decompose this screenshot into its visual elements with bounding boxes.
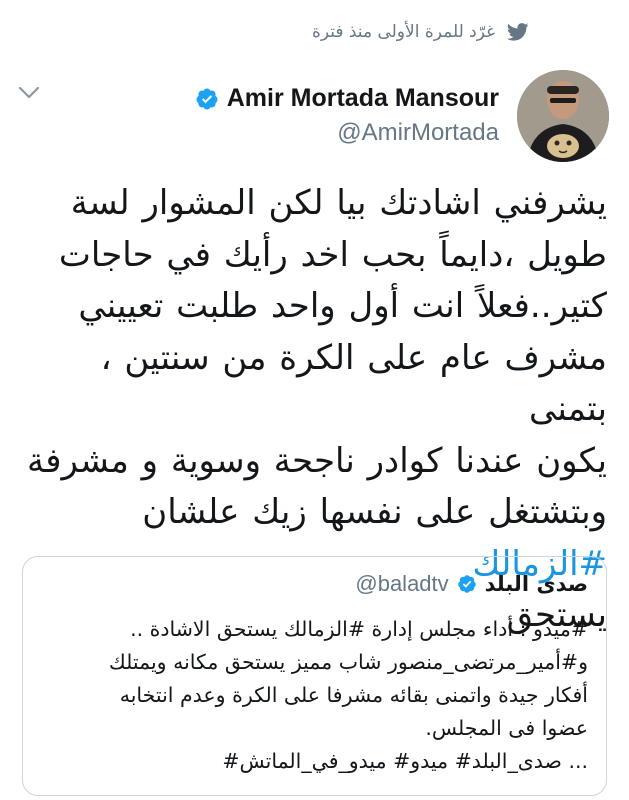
twitter-bird-icon — [507, 23, 529, 41]
avatar-image — [517, 70, 609, 162]
verified-badge-icon — [457, 575, 476, 593]
quoted-handle: @baladtv — [355, 571, 449, 596]
author-handle[interactable]: @AmirMortada — [195, 119, 499, 147]
tweet-line: يكون عندنا كوادر ناجحة وسوية و مشرفة — [27, 440, 607, 481]
quoted-line: #ميدو : أداء مجلس إدارة #الزمالك يستحق ا… — [130, 617, 588, 641]
quoted-tweet-header: صدى البلد @baladtv — [355, 571, 588, 597]
quoted-line: أفكار جيدة واتمنى بقائه مشرفا على الكرة … — [119, 683, 588, 707]
tweet-line: كتير..فعلاً انت أول واحد طلبت تعييني — [78, 286, 607, 326]
tweet-header: Amir Mortada Mansour @AmirMortada — [60, 70, 609, 170]
verified-badge-icon — [196, 88, 218, 109]
display-name[interactable]: Amir Mortada Mansour — [227, 84, 499, 113]
chevron-down-icon[interactable] — [18, 86, 40, 100]
tweet-line: يشرفني اشادتك بيا لكن المشوار لسة — [70, 183, 607, 223]
tweet-line-text: وبتشتغل على نفسها زيك علشان — [142, 492, 607, 532]
quoted-tweet-card[interactable]: صدى البلد @baladtv #ميدو : أداء مجلس إدا… — [22, 556, 607, 796]
author-names: Amir Mortada Mansour @AmirMortada — [195, 84, 499, 147]
quoted-line: ... صدى_البلد# ميدو# ميدو_في_الماتش# — [222, 749, 588, 773]
quoted-tweet-text: #ميدو : أداء مجلس إدارة #الزمالك يستحق ا… — [36, 613, 588, 778]
quoted-line: عضوا فى المجلس. — [425, 716, 588, 740]
tweet-line: طويل ،دايماً بحب اخد رأيك في حاجات — [58, 234, 607, 275]
avatar[interactable] — [517, 70, 609, 162]
first-tweet-banner: غرّد للمرة الأولى منذ فترة — [312, 22, 529, 42]
tweet-line: مشرف عام على الكرة من سنتين ، بتمنى — [100, 337, 607, 430]
quoted-line: و#أمير_مرتضى_منصور شاب مميز يستحق مكانه … — [108, 650, 588, 674]
display-name-row: Amir Mortada Mansour — [195, 84, 499, 113]
banner-text: غرّد للمرة الأولى منذ فترة — [311, 22, 495, 42]
quoted-display-name: صدى البلد — [484, 572, 588, 596]
